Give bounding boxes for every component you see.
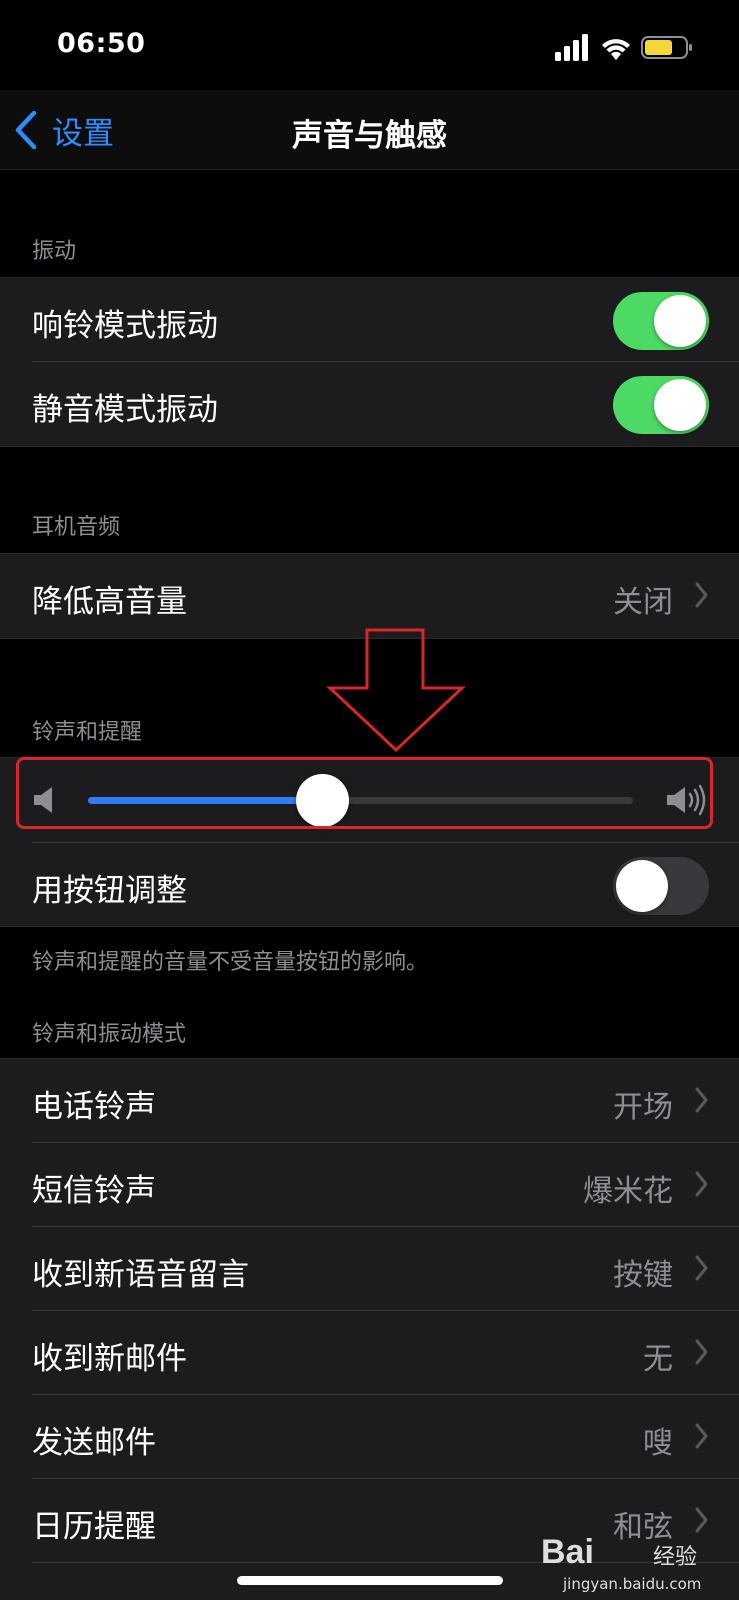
row-ringtone[interactable]: 电话铃声 开场 bbox=[32, 1059, 739, 1143]
row-vibrate-on-silent: 静音模式振动 bbox=[32, 362, 739, 446]
chevron-right-icon bbox=[695, 582, 708, 608]
navigation-bar: 设置 声音与触感 bbox=[0, 90, 739, 170]
group-vibration: 响铃模式振动 静音模式振动 bbox=[0, 277, 739, 447]
chevron-right-icon bbox=[695, 1507, 708, 1533]
speaker-high-icon bbox=[667, 784, 706, 816]
chevron-right-icon bbox=[695, 1423, 708, 1449]
row-value: 爆米花 bbox=[583, 1174, 673, 1209]
row-label: 收到新邮件 bbox=[32, 1341, 187, 1377]
row-value: 关闭 bbox=[613, 585, 673, 620]
row-label: 电话铃声 bbox=[32, 1089, 156, 1125]
row-value: 嗖 bbox=[643, 1426, 673, 1461]
row-new-voicemail[interactable]: 收到新语音留言 按键 bbox=[32, 1227, 739, 1311]
section-header-vibration: 振动 bbox=[32, 239, 77, 264]
row-label: 发送邮件 bbox=[32, 1425, 156, 1461]
status-bar: 06:50 bbox=[0, 0, 739, 90]
row-reduce-loud-audio[interactable]: 降低高音量 关闭 bbox=[32, 554, 739, 638]
page-title: 声音与触感 bbox=[292, 118, 447, 154]
section-header-ringer-alerts: 铃声和提醒 bbox=[32, 720, 143, 745]
status-time: 06:50 bbox=[57, 28, 146, 59]
section-header-headphone-audio: 耳机音频 bbox=[32, 515, 121, 540]
chevron-right-icon bbox=[695, 1339, 708, 1365]
row-text-tone[interactable]: 短信铃声 爆米花 bbox=[32, 1143, 739, 1227]
ringer-footer-note: 铃声和提醒的音量不受音量按钮的影响。 bbox=[32, 950, 429, 975]
watermark-url: jingyan.baidu.com bbox=[563, 1575, 702, 1593]
row-label: 日历提醒 bbox=[32, 1509, 156, 1545]
cellular-signal-icon bbox=[555, 34, 588, 61]
ringer-volume-slider[interactable] bbox=[88, 774, 633, 827]
watermark-text: 经验 bbox=[653, 1545, 698, 1570]
toggle-vibrate-on-silent[interactable] bbox=[613, 376, 709, 434]
slider-fill bbox=[88, 797, 323, 804]
row-value: 按键 bbox=[613, 1258, 673, 1293]
row-value: 开场 bbox=[613, 1090, 673, 1125]
watermark-brand: Bai bbox=[541, 1533, 594, 1571]
speaker-low-icon bbox=[34, 787, 52, 813]
row-new-mail[interactable]: 收到新邮件 无 bbox=[32, 1311, 739, 1395]
group-sounds-patterns: 电话铃声 开场 短信铃声 爆米花 收到新语音留言 按键 收到新邮件 无 发送邮件… bbox=[0, 1058, 739, 1600]
row-label: 收到新语音留言 bbox=[32, 1257, 249, 1293]
toggle-vibrate-on-ring[interactable] bbox=[613, 292, 709, 350]
chevron-right-icon bbox=[695, 1255, 708, 1281]
annotation-arrow-down-icon bbox=[326, 628, 466, 753]
group-headphone-audio: 降低高音量 关闭 bbox=[0, 553, 739, 639]
battery-icon bbox=[641, 36, 692, 59]
section-header-sounds-patterns: 铃声和振动模式 bbox=[32, 1022, 187, 1047]
toggle-knob bbox=[616, 860, 668, 912]
row-label: 响铃模式振动 bbox=[32, 308, 218, 344]
wifi-icon bbox=[602, 39, 630, 60]
row-vibrate-on-ring: 响铃模式振动 bbox=[32, 278, 739, 362]
row-label: 静音模式振动 bbox=[32, 392, 218, 428]
status-icons bbox=[555, 34, 692, 61]
slider-thumb[interactable] bbox=[296, 774, 350, 827]
row-value: 无 bbox=[643, 1342, 673, 1377]
row-change-with-buttons: 用按钮调整 bbox=[32, 842, 739, 926]
chevron-right-icon bbox=[695, 1171, 708, 1197]
row-label: 降低高音量 bbox=[32, 584, 187, 620]
home-indicator[interactable] bbox=[237, 1576, 503, 1585]
group-ringer-alerts: 用按钮调整 bbox=[0, 757, 739, 927]
ringer-volume-slider-row bbox=[0, 758, 739, 842]
chevron-right-icon bbox=[695, 1087, 708, 1113]
toggle-knob bbox=[654, 379, 706, 431]
toggle-change-with-buttons[interactable] bbox=[613, 857, 709, 915]
row-label: 用按钮调整 bbox=[32, 873, 187, 909]
toggle-knob bbox=[654, 295, 706, 347]
baidu-jingyan-watermark: Bai 经验 jingyan.baidu.com bbox=[541, 1533, 721, 1593]
row-label: 短信铃声 bbox=[32, 1173, 156, 1209]
row-sent-mail[interactable]: 发送邮件 嗖 bbox=[32, 1395, 739, 1479]
